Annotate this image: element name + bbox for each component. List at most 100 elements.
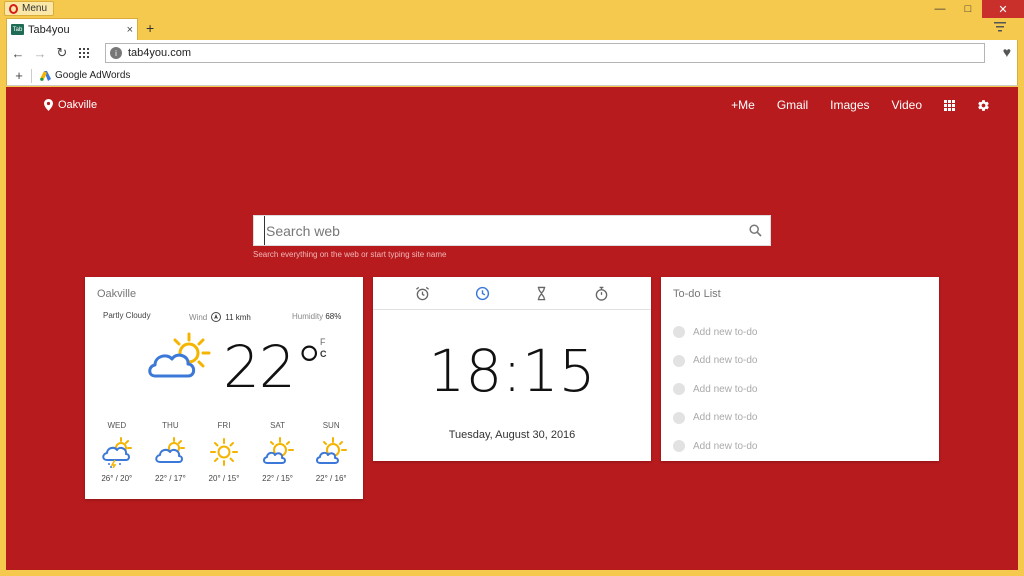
current-temperature: 22° [223, 333, 324, 401]
todo-item[interactable]: Add new to-do [673, 432, 758, 461]
todo-title: To-do List [673, 288, 721, 300]
weather-widget: Oakville Partly Cloudy Wind 11 kmh Humid… [85, 277, 363, 499]
maximize-icon[interactable]: □ [954, 0, 982, 18]
new-tab-icon[interactable]: + [146, 20, 154, 36]
storm-icon [102, 437, 132, 468]
humidity-label: Humidity [292, 312, 324, 321]
alarm-icon[interactable] [415, 286, 430, 301]
settings-gear-icon[interactable] [977, 99, 990, 112]
todo-widget: To-do List Add new to-do Add new to-do A… [661, 277, 939, 461]
wind-label: Wind [189, 312, 208, 322]
forecast-day-name: FRI [217, 421, 231, 430]
adwords-icon [40, 70, 51, 81]
tab-bar: Tab Tab4you × + [0, 18, 1024, 40]
todo-item-text[interactable]: Add new to-do [693, 412, 758, 423]
bookmarks-divider [31, 68, 32, 83]
weather-forecast: WED 26° / 20° THU 22° / 17° FRI 20° / 15… [85, 421, 363, 483]
todo-item[interactable]: Add new to-do [673, 318, 758, 347]
todo-list: Add new to-do Add new to-do Add new to-d… [673, 318, 758, 461]
location-link[interactable]: Oakville [44, 99, 97, 111]
todo-item[interactable]: Add new to-do [673, 375, 758, 404]
navigation-toolbar: ← → ↻ i tab4you.com ♥ [6, 40, 1018, 66]
sun-cloud-icon [262, 437, 294, 464]
clock-widget: 18:15 Tuesday, August 30, 2016 [373, 277, 651, 461]
forward-arrow-icon[interactable]: → [29, 42, 51, 64]
humidity-value: 68% [325, 312, 342, 321]
forecast-day: THU 22° / 17° [145, 421, 195, 483]
unit-fahrenheit-toggle[interactable]: F [320, 337, 326, 347]
apps-grid-icon[interactable] [944, 99, 955, 111]
search-box [253, 215, 771, 246]
hourglass-icon[interactable] [534, 286, 549, 301]
site-info-icon[interactable]: i [110, 47, 122, 59]
title-bar: Menu — □ ✕ [0, 0, 1024, 18]
clock-tabs [373, 277, 651, 310]
todo-item[interactable]: Add new to-do [673, 404, 758, 433]
wind-value: 11 kmh [225, 312, 251, 322]
weather-city: Oakville [97, 288, 137, 300]
back-arrow-icon[interactable]: ← [7, 42, 29, 64]
partly-cloudy-icon [155, 437, 186, 463]
todo-checkbox[interactable] [673, 411, 685, 424]
search-hint: Search everything on the web or start ty… [253, 250, 447, 259]
forecast-day: SUN 22° / 16° [306, 421, 356, 483]
address-bar[interactable]: i tab4you.com [105, 43, 985, 63]
close-tab-icon[interactable]: × [127, 24, 133, 36]
tab4you-page: Oakville +Me Gmail Images Video Search e… [6, 87, 1018, 570]
opera-logo-icon [9, 3, 18, 14]
weather-wind: Wind 11 kmh [189, 312, 251, 322]
sun-cloud-icon [316, 437, 348, 464]
forecast-temps: 20° / 15° [208, 474, 240, 483]
close-window-icon[interactable]: ✕ [982, 0, 1024, 18]
bookmark-label: Google AdWords [55, 70, 131, 81]
forecast-day: SAT 22° / 15° [253, 421, 303, 483]
todo-item-text[interactable]: Add new to-do [693, 355, 758, 366]
todo-checkbox[interactable] [673, 440, 685, 453]
location-pin-icon [44, 99, 53, 111]
tab-favicon-icon: Tab [11, 24, 24, 35]
todo-item-text[interactable]: Add new to-do [693, 327, 758, 338]
todo-checkbox[interactable] [673, 383, 685, 396]
tab-title: Tab4you [28, 23, 70, 36]
tab-menu-icon[interactable] [994, 22, 1006, 35]
heart-icon[interactable]: ♥ [1003, 44, 1011, 60]
forecast-temps: 26° / 20° [101, 474, 133, 483]
wind-direction-icon [211, 312, 222, 322]
unit-celsius-toggle[interactable]: C [320, 349, 327, 359]
weather-condition: Partly Cloudy [103, 311, 151, 320]
forecast-day: FRI 20° / 15° [199, 421, 249, 483]
stopwatch-icon[interactable] [594, 286, 609, 301]
minimize-icon[interactable]: — [926, 0, 954, 18]
nav-gmail-link[interactable]: Gmail [777, 98, 808, 112]
menu-label: Menu [22, 3, 48, 14]
forecast-day-name: SAT [270, 421, 286, 430]
partly-cloudy-icon [148, 332, 211, 378]
sun-icon [209, 438, 238, 466]
forecast-temps: 22° / 16° [315, 474, 347, 483]
forecast-day-name: WED [107, 421, 127, 430]
todo-checkbox[interactable] [673, 354, 685, 367]
nav-video-link[interactable]: Video [892, 98, 922, 112]
nav-images-link[interactable]: Images [830, 98, 869, 112]
todo-item-text[interactable]: Add new to-do [693, 441, 758, 452]
opera-menu-button[interactable]: Menu [4, 1, 55, 16]
todo-item[interactable]: Add new to-do [673, 347, 758, 376]
window-controls: — □ ✕ [926, 0, 1024, 18]
forecast-temps: 22° / 15° [262, 474, 294, 483]
forecast-day: WED 26° / 20° [92, 421, 142, 483]
nav-me-link[interactable]: +Me [731, 98, 755, 112]
clock-time: 18:15 [428, 337, 596, 405]
address-url: tab4you.com [128, 47, 191, 59]
search-input[interactable] [264, 216, 740, 245]
clock-icon[interactable] [475, 286, 490, 301]
bookmarks-bar: + Google AdWords [6, 66, 1018, 86]
reload-icon[interactable]: ↻ [51, 42, 73, 64]
speed-dial-icon[interactable] [73, 42, 95, 64]
weather-humidity: Humidity 68% [292, 312, 341, 321]
add-bookmark-icon[interactable]: + [7, 68, 31, 83]
todo-checkbox[interactable] [673, 326, 685, 339]
todo-item-text[interactable]: Add new to-do [693, 384, 758, 395]
search-icon[interactable] [740, 224, 770, 237]
tab-tab4you[interactable]: Tab Tab4you × [6, 18, 138, 40]
bookmark-google-adwords[interactable]: Google AdWords [40, 70, 130, 81]
